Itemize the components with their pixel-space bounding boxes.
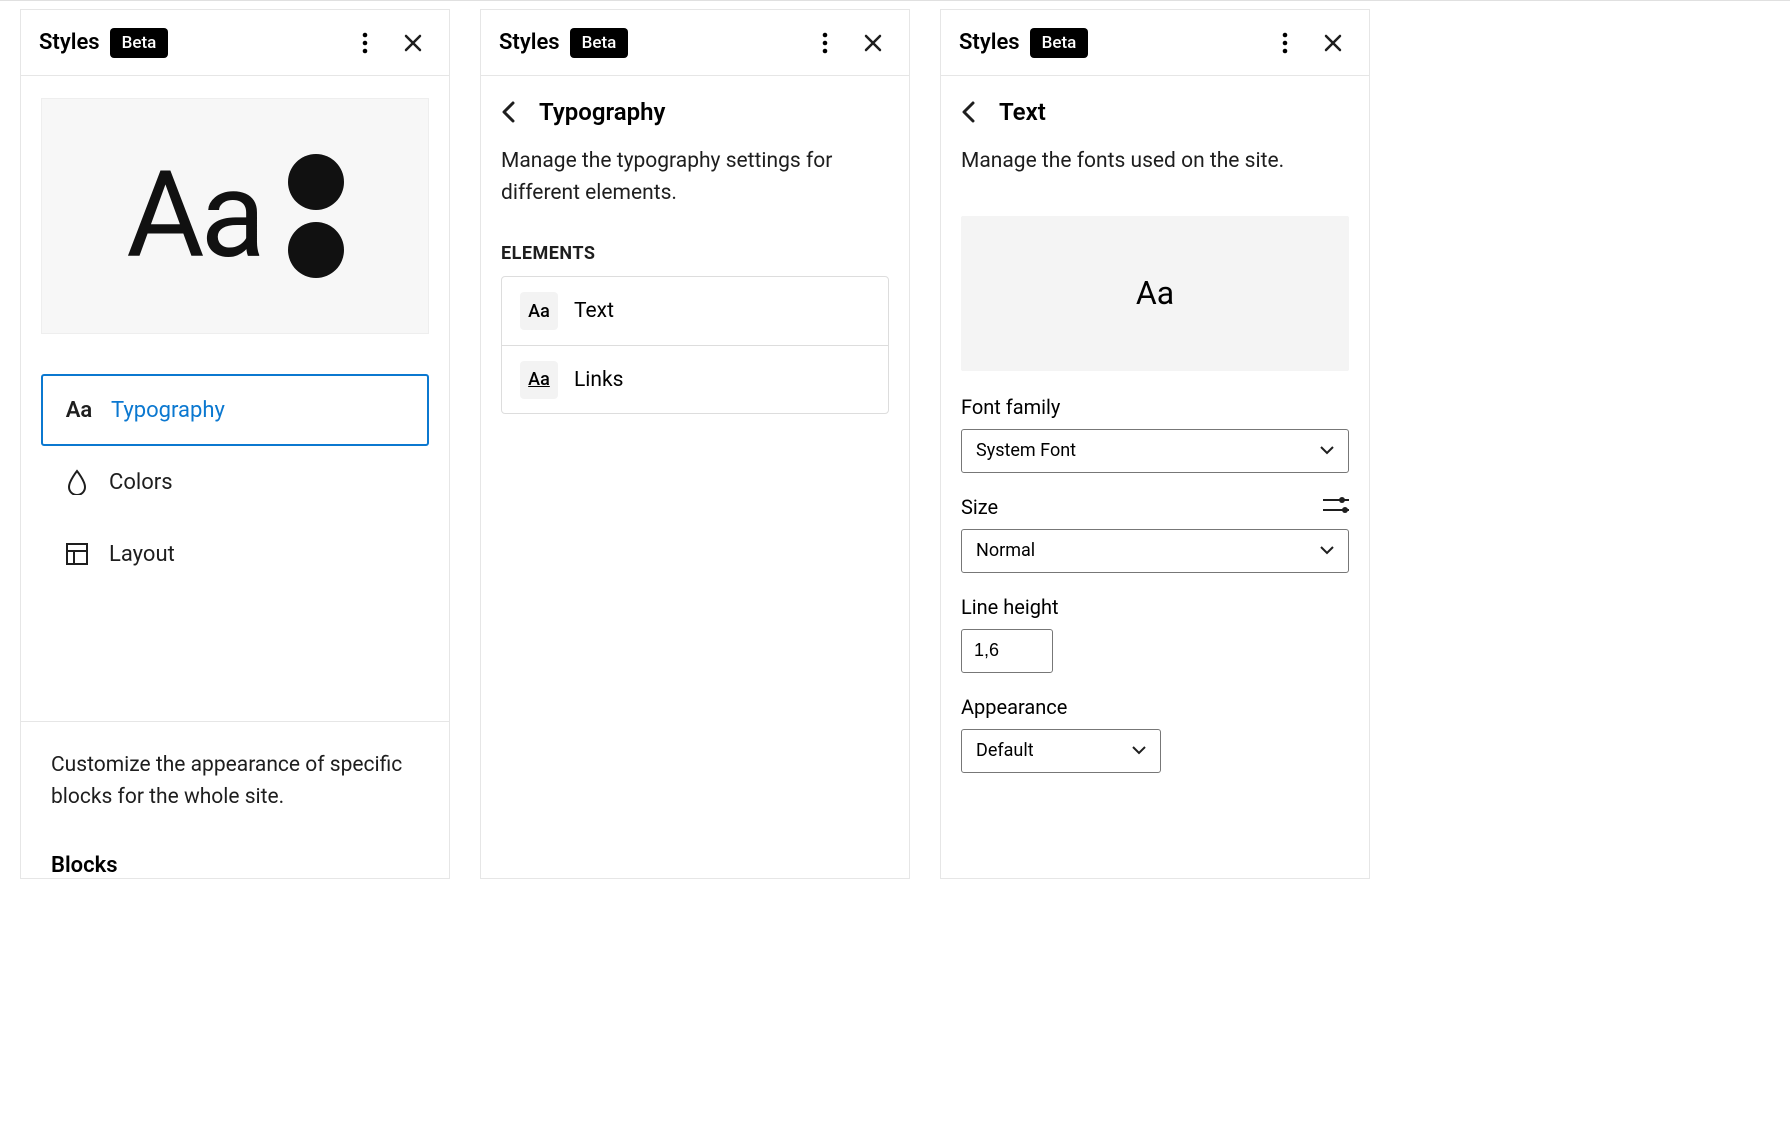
panel-title: Styles	[39, 30, 100, 55]
panel-title: Styles	[499, 30, 560, 55]
links-element-icon: Aa	[520, 361, 558, 399]
text-styles-panel: Styles Beta Text Manage the fonts used o…	[940, 9, 1370, 879]
element-item-links[interactable]: Aa Links	[502, 345, 888, 413]
text-element-icon: Aa	[520, 292, 558, 330]
element-item-label: Links	[574, 368, 624, 392]
typography-glyph-icon: Aa	[126, 156, 262, 276]
close-icon	[863, 33, 883, 53]
back-button[interactable]	[501, 101, 515, 123]
kebab-icon	[822, 32, 828, 54]
beta-badge: Beta	[570, 28, 629, 58]
back-button[interactable]	[961, 101, 975, 123]
line-height-input[interactable]	[961, 629, 1053, 673]
typography-panel: Styles Beta Typography Manage the typogr…	[480, 9, 910, 879]
nav-list: Aa Typography Colors Layout	[21, 374, 449, 590]
panel-title: Styles	[959, 30, 1020, 55]
layout-icon	[63, 542, 91, 566]
beta-badge: Beta	[110, 28, 169, 58]
sliders-icon	[1323, 496, 1349, 514]
chevron-left-icon	[501, 101, 515, 123]
nav-item-typography[interactable]: Aa Typography	[41, 374, 429, 446]
page-title: Typography	[539, 98, 665, 126]
blocks-heading[interactable]: Blocks	[51, 853, 419, 878]
chevron-down-icon	[1320, 546, 1334, 555]
nav-item-colors[interactable]: Colors	[41, 446, 429, 518]
styles-root-panel: Styles Beta Aa Aa Typography	[20, 9, 450, 879]
close-button[interactable]	[855, 25, 891, 61]
page-title: Text	[999, 98, 1046, 126]
close-button[interactable]	[1315, 25, 1351, 61]
chevron-down-icon	[1320, 446, 1334, 455]
font-family-label: Font family	[961, 395, 1349, 419]
chevron-left-icon	[961, 101, 975, 123]
line-height-label: Line height	[961, 595, 1349, 619]
select-value: System Font	[976, 440, 1076, 461]
panel-header: Styles Beta	[21, 10, 449, 76]
size-settings-button[interactable]	[1323, 496, 1349, 518]
select-value: Default	[976, 740, 1034, 761]
page-description: Manage the fonts used on the site.	[941, 136, 1369, 198]
nav-item-layout[interactable]: Layout	[41, 518, 429, 590]
appearance-select[interactable]: Default	[961, 729, 1161, 773]
font-preview: Aa	[961, 216, 1349, 371]
close-button[interactable]	[395, 25, 431, 61]
close-icon	[1323, 33, 1343, 53]
appearance-label: Appearance	[961, 695, 1349, 719]
element-item-text[interactable]: Aa Text	[502, 277, 888, 345]
preview-glyph-icon: Aa	[1136, 274, 1174, 312]
nav-item-label: Colors	[109, 470, 173, 495]
element-item-label: Text	[574, 299, 614, 323]
page-description: Manage the typography settings for diffe…	[481, 136, 909, 229]
kebab-icon	[1282, 32, 1288, 54]
typography-icon: Aa	[65, 398, 93, 423]
size-label: Size	[961, 495, 998, 519]
style-preview: Aa	[41, 98, 429, 334]
font-family-select[interactable]: System Font	[961, 429, 1349, 473]
panel-header: Styles Beta	[941, 10, 1369, 76]
size-select[interactable]: Normal	[961, 529, 1349, 573]
more-menu-button[interactable]	[807, 25, 843, 61]
close-icon	[403, 33, 423, 53]
kebab-icon	[362, 32, 368, 54]
more-menu-button[interactable]	[1267, 25, 1303, 61]
select-value: Normal	[976, 540, 1035, 561]
drop-icon	[63, 469, 91, 495]
color-swatch-icon	[288, 154, 344, 278]
elements-heading: ELEMENTS	[481, 229, 909, 276]
beta-badge: Beta	[1030, 28, 1089, 58]
more-menu-button[interactable]	[347, 25, 383, 61]
chevron-down-icon	[1132, 746, 1146, 755]
blocks-description: Customize the appearance of specific blo…	[51, 750, 419, 813]
nav-item-label: Typography	[111, 398, 225, 423]
elements-list: Aa Text Aa Links	[501, 276, 889, 414]
panel-header: Styles Beta	[481, 10, 909, 76]
nav-item-label: Layout	[109, 542, 175, 567]
blocks-section: Customize the appearance of specific blo…	[21, 721, 449, 878]
